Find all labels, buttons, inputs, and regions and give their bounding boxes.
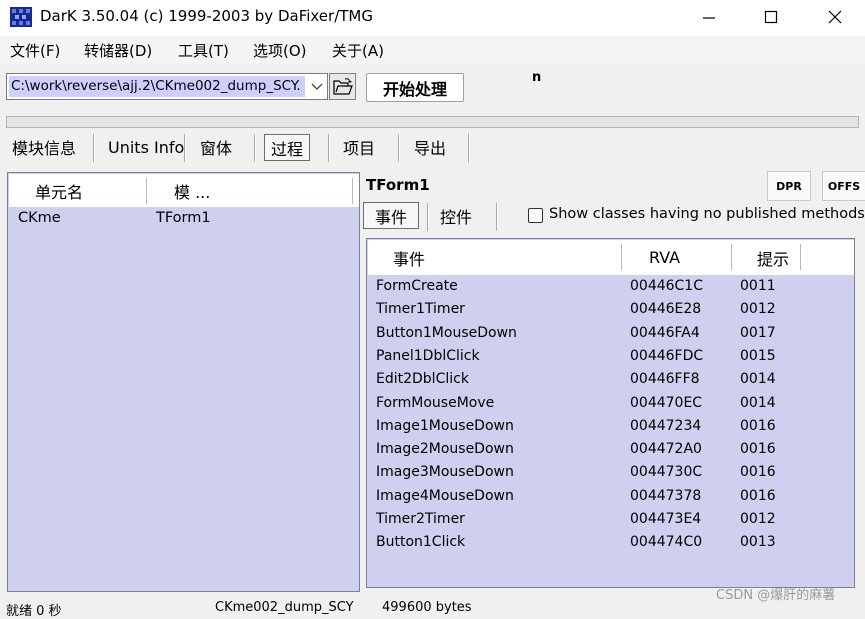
events-list-header: 事件 RVA 提示 — [368, 240, 854, 275]
open-file-button[interactable] — [329, 73, 356, 100]
menu-file[interactable]: 文件(F) — [10, 40, 60, 61]
path-combobox[interactable]: C:\work\reverse\ajj.2\CKme002_dump_SCY. — [6, 73, 328, 100]
event-rva-cell[interactable]: 00446C1C — [630, 278, 703, 294]
maximize-icon — [764, 10, 778, 24]
event-rva-cell[interactable]: 0044730C — [630, 464, 702, 480]
tab-procedures[interactable]: 过程 — [264, 134, 311, 161]
event-hint-cell[interactable]: 0016 — [740, 441, 776, 457]
tab-separator — [398, 134, 400, 162]
minimize-button[interactable] — [680, 0, 738, 34]
event-rva-cell[interactable]: 00446E28 — [630, 301, 701, 317]
event-hint-cell[interactable]: 0014 — [740, 395, 776, 411]
n-label: n — [532, 70, 542, 85]
event-hint-cell[interactable]: 0015 — [740, 348, 776, 364]
event-hint-cell[interactable]: 0014 — [740, 371, 776, 387]
event-rva-cell[interactable]: 00447378 — [630, 488, 701, 504]
tab-forms[interactable]: 窗体 — [200, 132, 232, 162]
event-event-cell[interactable]: Image3MouseDown — [376, 464, 514, 480]
event-hint-cell[interactable]: 0013 — [740, 534, 776, 550]
show-classes-label[interactable]: Show classes having no published methods — [549, 206, 865, 222]
column-header-hint[interactable]: 提示 — [757, 240, 789, 275]
event-rva-cell[interactable]: 00446FF8 — [630, 371, 700, 387]
tab-project[interactable]: 项目 — [343, 132, 375, 162]
event-event-cell[interactable]: Image4MouseDown — [376, 488, 514, 504]
event-hint-cell[interactable]: 0011 — [740, 278, 776, 294]
event-event-cell[interactable]: Edit2DblClick — [376, 371, 469, 387]
column-header-rva[interactable]: RVA — [649, 240, 680, 275]
subtab-controls[interactable]: 控件 — [440, 202, 472, 229]
form-title: TForm1 — [366, 176, 430, 194]
tab-separator — [254, 134, 256, 162]
tab-units-info[interactable]: Units Info — [108, 132, 184, 162]
column-separator[interactable] — [800, 244, 802, 270]
event-hint-cell[interactable]: 0017 — [740, 325, 776, 341]
event-rva-cell[interactable]: 004474C0 — [630, 534, 702, 550]
tab-exports[interactable]: 导出 — [414, 132, 446, 162]
event-hint-cell[interactable]: 0012 — [740, 301, 776, 317]
event-rva-cell[interactable]: 004473E4 — [630, 511, 701, 527]
status-file: CKme002_dump_SCY — [215, 600, 354, 615]
path-value[interactable]: C:\work\reverse\ajj.2\CKme002_dump_SCY. — [9, 76, 305, 97]
column-separator[interactable] — [146, 178, 148, 204]
combo-dropdown-button[interactable] — [307, 74, 327, 99]
event-rva-cell[interactable]: 00446FDC — [630, 348, 703, 364]
dpr-button[interactable]: DPR — [767, 171, 811, 201]
tab-separator — [496, 203, 498, 231]
column-separator[interactable] — [731, 244, 733, 270]
event-hint-cell[interactable]: 0012 — [740, 511, 776, 527]
tab-separator — [328, 134, 330, 162]
column-header-event[interactable]: 事件 — [393, 240, 425, 275]
tab-separator — [93, 134, 95, 162]
status-size: 499600 bytes — [382, 600, 472, 615]
unit-module-cell[interactable]: TForm1 — [156, 210, 211, 226]
tab-separator — [427, 203, 429, 231]
subtab-events[interactable]: 事件 — [363, 202, 419, 229]
menu-options[interactable]: 选项(O) — [253, 40, 307, 61]
column-header-module[interactable]: 模 ... — [174, 174, 210, 207]
offs-button[interactable]: OFFS — [822, 171, 865, 201]
unit-name-cell[interactable]: CKme — [18, 210, 61, 226]
event-event-cell[interactable]: Button1Click — [376, 534, 465, 550]
event-rva-cell[interactable]: 004472A0 — [630, 441, 702, 457]
event-event-cell[interactable]: Timer1Timer — [376, 301, 465, 317]
column-separator[interactable] — [621, 244, 623, 270]
menu-about[interactable]: 关于(A) — [332, 40, 384, 61]
open-folder-icon — [332, 77, 353, 95]
show-classes-checkbox[interactable] — [528, 208, 543, 223]
event-event-cell[interactable]: Panel1DblClick — [376, 348, 480, 364]
progress-bar — [6, 116, 859, 128]
event-event-cell[interactable]: Image1MouseDown — [376, 418, 514, 434]
event-rva-cell[interactable]: 00447234 — [630, 418, 701, 434]
app-icon — [10, 7, 32, 27]
event-rva-cell[interactable]: 004470EC — [630, 395, 702, 411]
event-hint-cell[interactable]: 0016 — [740, 488, 776, 504]
maximize-button[interactable] — [742, 0, 800, 34]
tab-separator — [184, 134, 186, 162]
event-event-cell[interactable]: Button1MouseDown — [376, 325, 517, 341]
event-event-cell[interactable]: FormMouseMove — [376, 395, 494, 411]
event-hint-cell[interactable]: 0016 — [740, 464, 776, 480]
units-list[interactable]: 单元名 模 ... CKme TForm1 — [7, 172, 360, 592]
column-header-unit-name[interactable]: 单元名 — [35, 174, 83, 207]
event-event-cell[interactable]: Image2MouseDown — [376, 441, 514, 457]
watermark: CSDN @爆肝的麻薯 — [716, 588, 836, 603]
event-rva-cell[interactable]: 00446FA4 — [630, 325, 700, 341]
event-event-cell[interactable]: Timer2Timer — [376, 511, 465, 527]
column-separator[interactable] — [352, 178, 354, 204]
tab-separator — [468, 134, 470, 162]
chevron-down-icon — [311, 83, 323, 90]
units-list-header: 单元名 模 ... — [9, 174, 359, 207]
close-icon — [828, 10, 842, 24]
window-title: DarK 3.50.04 (c) 1999-2003 by DaFixer/TM… — [40, 7, 373, 25]
menu-tools[interactable]: 工具(T) — [178, 40, 229, 61]
tab-module-info[interactable]: 模块信息 — [12, 132, 76, 162]
event-hint-cell[interactable]: 0016 — [740, 418, 776, 434]
event-event-cell[interactable]: FormCreate — [376, 278, 458, 294]
close-button[interactable] — [806, 0, 864, 34]
minimize-icon — [703, 17, 715, 19]
events-list[interactable]: 事件 RVA 提示 FormCreate 00446C1C 0011 Timer1Ti… — [366, 238, 855, 588]
start-process-button[interactable]: 开始处理 — [366, 73, 464, 102]
menu-dumper[interactable]: 转储器(D) — [84, 40, 152, 61]
